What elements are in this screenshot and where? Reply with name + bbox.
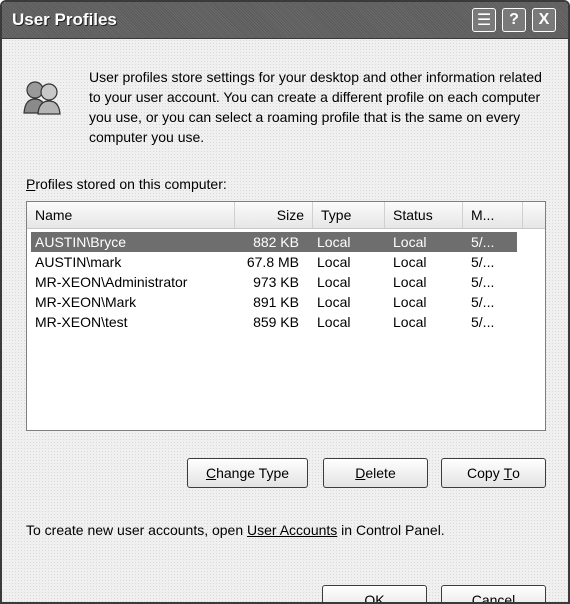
change-type-button[interactable]: Change Type: [187, 458, 308, 488]
footer-after: in Control Panel.: [337, 522, 445, 538]
table-row[interactable]: MR-XEON\test 859 KB Local Local 5/...: [31, 312, 517, 332]
profile-type: Local: [317, 234, 351, 250]
context-menu-button[interactable]: ☰: [472, 8, 496, 32]
copy-to-rest: o: [512, 465, 520, 481]
profile-name: MR-XEON\Administrator: [35, 274, 188, 290]
profile-modified: 5/...: [471, 254, 495, 270]
delete-label: elete: [365, 465, 396, 481]
profile-type: Local: [317, 254, 351, 270]
user-accounts-link[interactable]: User Accounts: [247, 522, 337, 538]
column-header-status[interactable]: Status: [385, 202, 463, 228]
column-header-name[interactable]: Name: [27, 202, 235, 228]
profiles-list[interactable]: Name Size Type Status M... AUSTIN\Bryce …: [26, 201, 546, 431]
users-icon: [23, 81, 61, 115]
copy-to-button[interactable]: Copy To: [441, 458, 546, 488]
title-bar[interactable]: User Profiles ☰ ? X: [2, 2, 568, 39]
profile-size: 882 KB: [253, 234, 299, 250]
profile-status: Local: [393, 294, 427, 310]
window-title: User Profiles: [12, 10, 117, 29]
profile-name: AUSTIN\Bryce: [35, 234, 127, 250]
footer-before: To create new user accounts, open: [26, 522, 248, 538]
profile-name: AUSTIN\mark: [35, 254, 122, 270]
profile-modified: 5/...: [471, 234, 495, 250]
accel-p: P: [26, 176, 36, 192]
profile-modified: 5/...: [471, 314, 495, 330]
column-header-type[interactable]: Type: [313, 202, 385, 228]
profile-status: Local: [393, 234, 427, 250]
profiles-list-label: Profiles stored on this computer:: [26, 176, 227, 192]
profile-status: Local: [393, 314, 427, 330]
list-header: Name Size Type Status M...: [27, 202, 545, 229]
footer-text: To create new user accounts, open User A…: [26, 522, 445, 538]
close-button[interactable]: X: [532, 8, 556, 32]
profile-name: MR-XEON\Mark: [35, 294, 137, 310]
profile-name: MR-XEON\test: [35, 314, 128, 330]
table-row[interactable]: MR-XEON\Administrator 973 KB Local Local…: [31, 272, 517, 292]
intro-text: User profiles store settings for your de…: [89, 69, 542, 145]
cancel-button[interactable]: Cancel: [441, 585, 546, 602]
copy-to-pre: Copy: [467, 465, 504, 481]
table-row[interactable]: AUSTIN\mark 67.8 MB Local Local 5/...: [31, 252, 517, 272]
profile-size: 891 KB: [253, 294, 299, 310]
profile-status: Local: [393, 254, 427, 270]
column-header-modified[interactable]: M...: [463, 202, 523, 228]
profile-modified: 5/...: [471, 274, 495, 290]
profile-size: 859 KB: [253, 314, 299, 330]
column-header-size[interactable]: Size: [235, 202, 313, 228]
ok-button[interactable]: OK: [322, 585, 427, 602]
profile-modified: 5/...: [471, 294, 495, 310]
profile-type: Local: [317, 294, 351, 310]
profile-size: 67.8 MB: [246, 254, 299, 270]
table-row[interactable]: MR-XEON\Mark 891 KB Local Local 5/...: [31, 292, 517, 312]
dialog-body: User profiles store settings for your de…: [2, 39, 568, 602]
accel-t: T: [503, 465, 513, 481]
list-label-rest: rofiles stored on this computer:: [35, 176, 227, 192]
profile-status: Local: [393, 274, 427, 290]
profile-type: Local: [317, 274, 351, 290]
profile-type: Local: [317, 314, 351, 330]
accel-d: D: [355, 465, 366, 481]
delete-button[interactable]: Delete: [323, 458, 428, 488]
change-type-label: hange Type: [216, 465, 290, 481]
profile-size: 973 KB: [253, 274, 299, 290]
help-button[interactable]: ?: [502, 8, 526, 32]
accel-c: C: [205, 465, 217, 481]
user-profiles-dialog: User Profiles ☰ ? X User profiles store …: [0, 0, 570, 604]
table-row[interactable]: AUSTIN\Bryce 882 KB Local Local 5/...: [31, 232, 517, 252]
